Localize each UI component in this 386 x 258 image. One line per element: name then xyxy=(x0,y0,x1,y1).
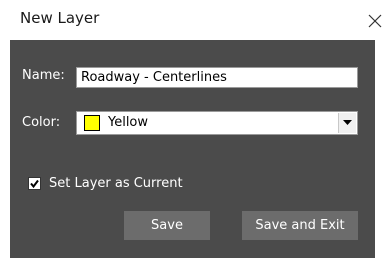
chevron-down-icon xyxy=(343,120,352,125)
name-label: Name: xyxy=(22,68,65,83)
close-icon[interactable] xyxy=(366,12,384,30)
dialog-title: New Layer xyxy=(20,9,100,27)
name-field[interactable] xyxy=(76,67,358,88)
checkmark-icon xyxy=(30,179,39,189)
set-current-checkbox[interactable] xyxy=(28,177,41,190)
color-selected-value: Yellow xyxy=(108,115,149,130)
save-and-exit-button[interactable]: Save and Exit xyxy=(242,211,358,240)
color-label: Color: xyxy=(22,115,61,130)
set-current-label: Set Layer as Current xyxy=(49,176,183,191)
dropdown-arrow-button[interactable] xyxy=(338,113,356,133)
save-button[interactable]: Save xyxy=(124,211,210,240)
title-bar: New Layer xyxy=(0,0,386,40)
color-dropdown[interactable]: Yellow xyxy=(76,111,358,135)
color-swatch xyxy=(84,115,100,131)
